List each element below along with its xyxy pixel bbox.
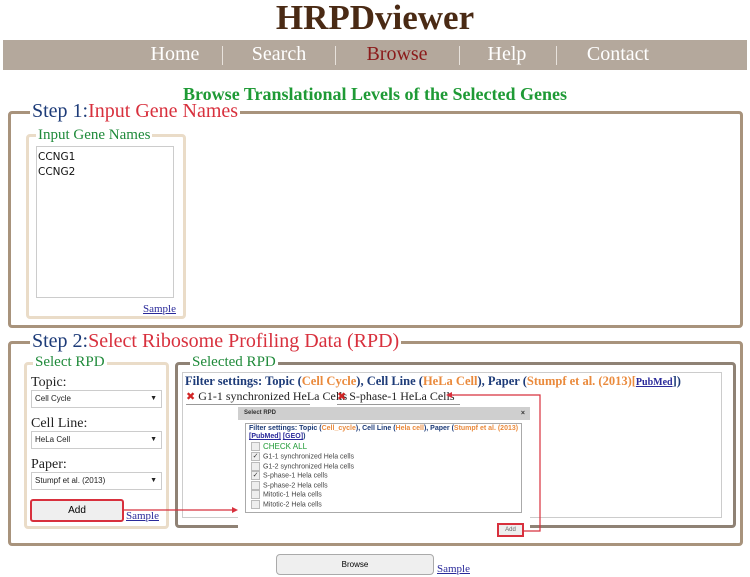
browse-button[interactable]: Browse: [276, 554, 434, 575]
arrow-line: [449, 394, 541, 532]
annotation-arrows: [124, 392, 541, 532]
arrow-head-icon: [446, 392, 452, 398]
arrow-head-icon: [232, 507, 238, 513]
footer-sample-link[interactable]: Sample: [437, 563, 470, 575]
